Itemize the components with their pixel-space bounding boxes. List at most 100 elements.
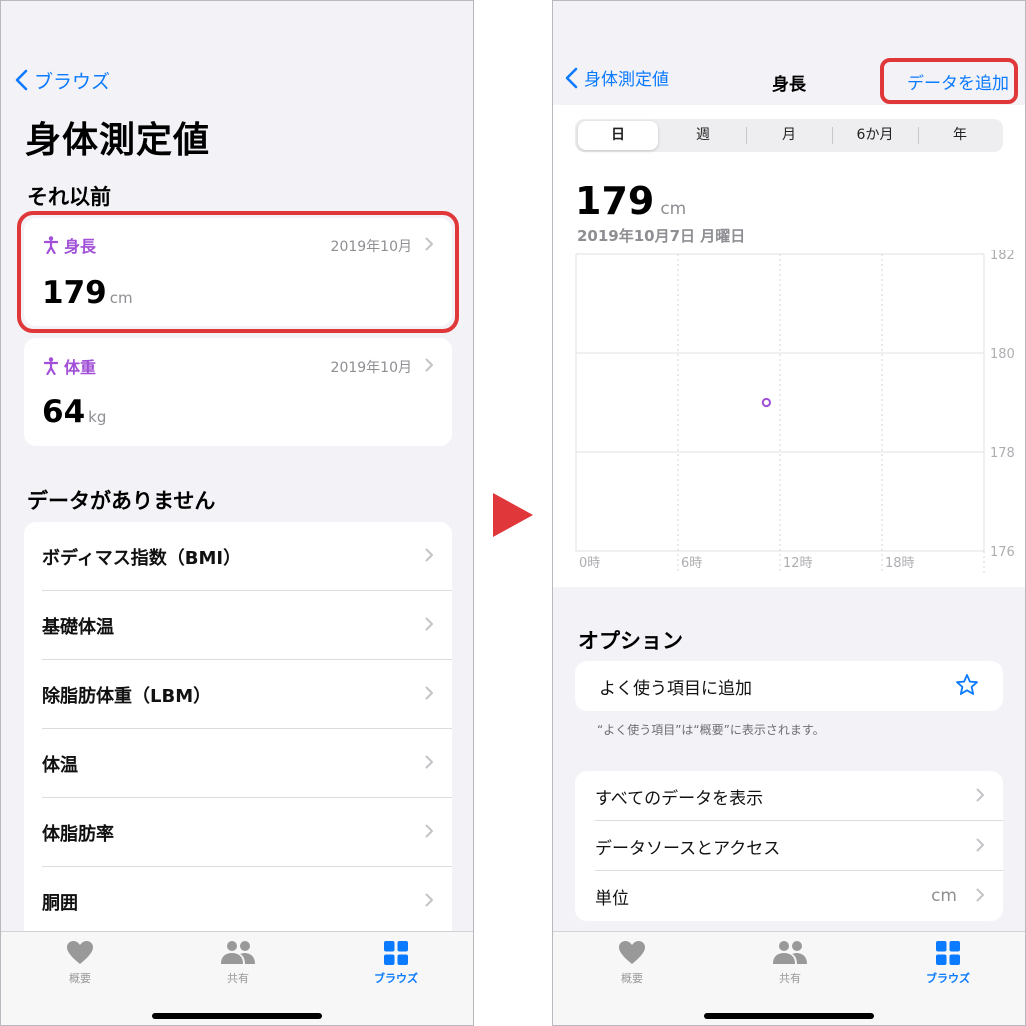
section-title-no-data: データがありません (27, 489, 216, 513)
chevron-right-icon (976, 788, 984, 802)
page-title: 身体測定値 (25, 120, 211, 161)
list-item-label: 胴囲 (42, 892, 78, 914)
y-tick-label: 182 (990, 250, 1015, 263)
height-value: 179 cm (575, 179, 686, 223)
chart-panel: 日 週 月 6か月 年 179 cm 2019年10月7日 月曜日 182 180… (553, 105, 1025, 587)
list-item-basal-temp[interactable]: 基礎体温 (24, 591, 452, 660)
y-tick-label: 180 (990, 347, 1015, 362)
highlight-frame-add-data (880, 58, 1018, 104)
x-tick-label: 0時 (579, 556, 600, 571)
nav-bar: 身体測定値 身長 データを追加 (553, 57, 1025, 105)
heart-icon (619, 941, 645, 964)
segment-year[interactable]: 年 (919, 119, 1001, 152)
weight-label: 体重 (44, 354, 96, 378)
list-item-waist[interactable]: 胴囲 (24, 867, 452, 936)
data-point (761, 397, 771, 408)
row-label: すべてのデータを表示 (595, 788, 764, 809)
left-screen: ブラウズ 身体測定値 それ以前 身長 2019年10月 179 cm 体重 20… (0, 0, 474, 1026)
weight-value: 64 kg (42, 394, 106, 430)
transition-arrow-icon (493, 493, 533, 537)
unit-row[interactable]: 単位 cm (575, 871, 1003, 921)
tab-sharing[interactable]: 共有 (193, 940, 283, 986)
tab-browse-label: ブラウズ (926, 972, 970, 985)
add-to-favorites-row[interactable]: よく使う項目に追加 (575, 661, 1003, 711)
list-item-bmi[interactable]: ボディマス指数（BMI） (24, 522, 452, 591)
home-indicator[interactable] (152, 1013, 322, 1019)
home-indicator[interactable] (704, 1013, 874, 1019)
people-icon (773, 941, 807, 964)
list-item-label: ボディマス指数（BMI） (42, 547, 242, 569)
list-item-label: 基礎体温 (42, 616, 114, 638)
row-label: データソースとアクセス (595, 838, 781, 859)
tab-summary[interactable]: 概要 (35, 940, 125, 986)
x-tick-label: 12時 (783, 556, 813, 571)
chevron-right-icon (425, 548, 433, 562)
tab-sharing-label: 共有 (227, 972, 249, 985)
favorite-card: よく使う項目に追加 (575, 661, 1003, 711)
tab-sharing[interactable]: 共有 (745, 940, 835, 986)
weight-unit: kg (88, 408, 107, 426)
chevron-left-icon (15, 69, 28, 91)
data-options-card: すべてのデータを表示 データソースとアクセス 単位 cm (575, 771, 1003, 921)
highlight-frame-height (17, 211, 459, 333)
data-sources-access-row[interactable]: データソースとアクセス (575, 821, 1003, 871)
list-item-label: 除脂肪体重（LBM） (42, 685, 212, 707)
grid-icon (384, 941, 408, 965)
weight-card[interactable]: 体重 2019年10月 64 kg (24, 338, 452, 446)
segment-week[interactable]: 週 (661, 119, 745, 152)
tab-bar: 概要 共有 ブラウズ (1, 931, 473, 1025)
measurement-date: 2019年10月7日 月曜日 (577, 227, 746, 245)
x-tick-label: 18時 (885, 556, 915, 571)
list-item-body-temp[interactable]: 体温 (24, 729, 452, 798)
weight-number: 64 (42, 394, 86, 430)
list-item-label: 体温 (42, 754, 78, 776)
segment-day[interactable]: 日 (578, 121, 658, 150)
body-figure-icon (44, 357, 58, 375)
section-title-previous: それ以前 (27, 185, 111, 209)
tab-browse-label: ブラウズ (374, 972, 418, 985)
chevron-right-icon (425, 617, 433, 631)
weight-label-text: 体重 (64, 358, 97, 377)
people-icon (221, 941, 255, 964)
chevron-right-icon (425, 686, 433, 700)
segment-6months[interactable]: 6か月 (833, 119, 917, 152)
list-item-body-fat[interactable]: 体脂肪率 (24, 798, 452, 867)
height-chart[interactable]: 182 180 178 176 0時 6時 12時 18時 (575, 250, 1025, 580)
chevron-right-icon (976, 838, 984, 852)
back-button-browse[interactable]: ブラウズ (15, 65, 110, 95)
chevron-right-icon (425, 755, 433, 769)
tab-summary-label: 概要 (621, 972, 643, 985)
favorites-footnote: “よく使う項目”は“概要”に表示されます。 (597, 723, 825, 737)
grid-icon (936, 941, 960, 965)
chevron-right-icon (425, 824, 433, 838)
tab-summary-label: 概要 (69, 972, 91, 985)
tab-browse[interactable]: ブラウズ (903, 940, 993, 986)
weight-date: 2019年10月 (330, 360, 412, 376)
heart-icon (67, 941, 93, 964)
height-number: 179 (575, 179, 655, 223)
chevron-right-icon (425, 893, 433, 907)
tab-sharing-label: 共有 (779, 972, 801, 985)
list-item-lbm[interactable]: 除脂肪体重（LBM） (24, 660, 452, 729)
height-unit: cm (660, 199, 687, 219)
x-tick-label: 6時 (681, 556, 702, 571)
favorite-label: よく使う項目に追加 (599, 678, 752, 699)
back-label: ブラウズ (34, 70, 111, 93)
show-all-data-row[interactable]: すべてのデータを表示 (575, 771, 1003, 821)
tab-bar: 概要 共有 ブラウズ (553, 931, 1025, 1025)
options-title: オプション (578, 629, 683, 653)
plot-frame (575, 253, 985, 552)
y-tick-label: 176 (990, 545, 1015, 560)
unit-value: cm (931, 886, 957, 906)
no-data-list: ボディマス指数（BMI） 基礎体温 除脂肪体重（LBM） 体温 体脂肪率 胴囲 (24, 522, 452, 942)
list-item-label: 体脂肪率 (42, 823, 114, 845)
y-tick-label: 178 (990, 446, 1015, 461)
time-range-segmented-control: 日 週 月 6か月 年 (575, 119, 1003, 152)
chevron-right-icon (976, 888, 984, 902)
row-label: 単位 (595, 888, 629, 909)
tab-browse[interactable]: ブラウズ (351, 940, 441, 986)
right-screen: 身体測定値 身長 データを追加 日 週 月 6か月 年 179 cm 2019年… (552, 0, 1026, 1026)
segment-month[interactable]: 月 (747, 119, 831, 152)
tab-summary[interactable]: 概要 (587, 940, 677, 986)
chevron-right-icon (425, 358, 433, 372)
